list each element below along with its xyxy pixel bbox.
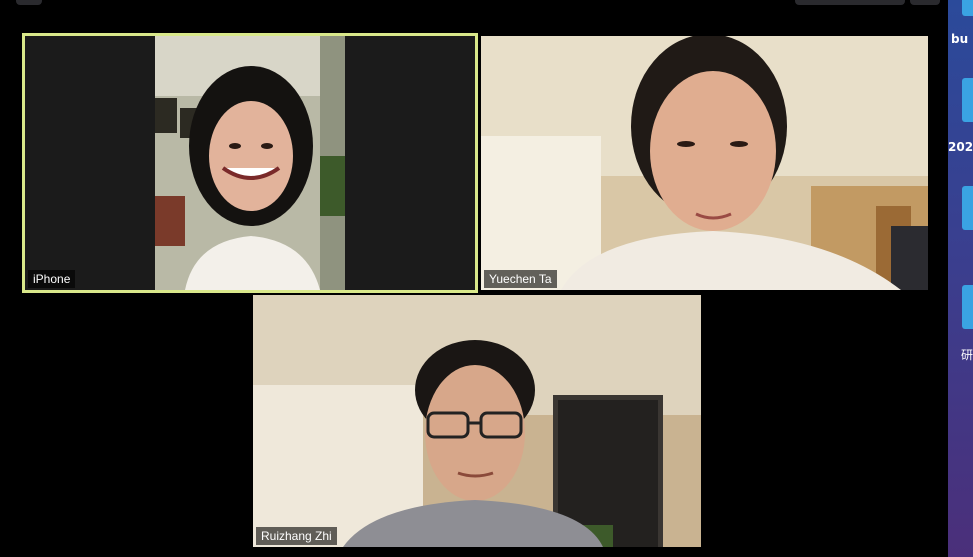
zoom-gallery-view: iPhone Yuechen Ta Ruizhang Zhi xyxy=(0,0,948,557)
folder-icon[interactable] xyxy=(962,186,973,230)
toolbar-button[interactable] xyxy=(16,0,42,5)
folder-icon[interactable] xyxy=(962,285,973,329)
folder-icon[interactable] xyxy=(962,78,973,122)
desktop-item-label[interactable]: bu xyxy=(951,32,968,46)
desktop-item-label[interactable]: 202 xyxy=(948,140,973,154)
participant-video xyxy=(25,36,475,290)
video-tile-iphone[interactable]: iPhone xyxy=(22,33,478,293)
participant-name-tag: iPhone xyxy=(28,270,76,288)
fullscreen-button[interactable] xyxy=(910,0,940,5)
desktop-background: bu 202 研 xyxy=(948,0,973,557)
participant-video xyxy=(481,36,928,290)
folder-icon[interactable] xyxy=(962,0,973,16)
participant-video xyxy=(253,295,701,547)
video-tile-ruizhang[interactable]: Ruizhang Zhi xyxy=(253,295,701,547)
participant-name-tag: Yuechen Ta xyxy=(484,270,557,288)
video-tile-yuechen[interactable]: Yuechen Ta xyxy=(481,36,928,290)
desktop-item-label[interactable]: 研 xyxy=(961,346,973,363)
participant-name-tag: Ruizhang Zhi xyxy=(256,527,337,545)
view-toggle-button[interactable] xyxy=(795,0,905,5)
